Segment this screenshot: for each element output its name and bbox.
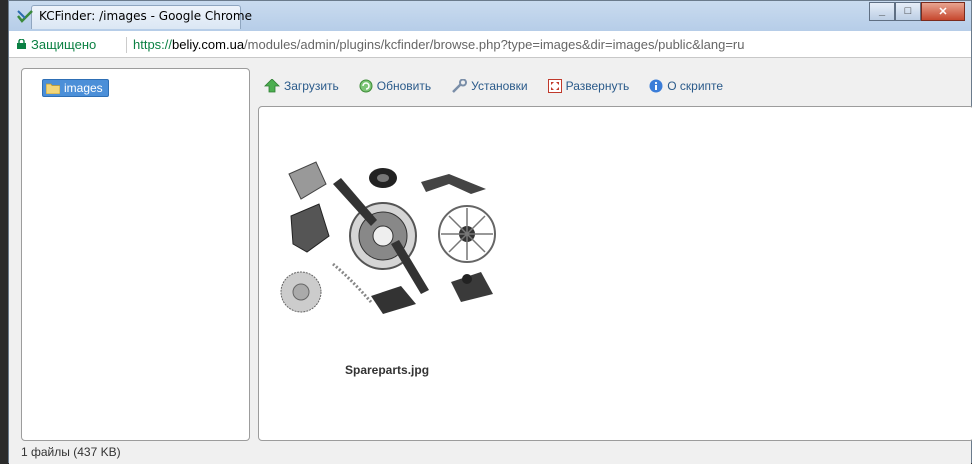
refresh-label: Обновить: [376, 79, 432, 93]
about-button[interactable]: О скрипте: [649, 79, 723, 93]
toolbar: Загрузить Обновить Установки Развернуть …: [264, 76, 743, 96]
about-label: О скрипте: [667, 79, 724, 93]
kcfinder-app: images Загрузить Обновить Установки Разв…: [9, 58, 972, 464]
close-button[interactable]: ✕: [921, 2, 965, 21]
settings-button[interactable]: Установки: [451, 79, 528, 93]
settings-label: Установки: [471, 79, 528, 93]
upload-arrow-icon: [264, 79, 280, 93]
wrench-icon: [452, 79, 468, 93]
address-separator: [126, 37, 127, 53]
minimize-icon: _: [878, 5, 886, 17]
folder-item-images[interactable]: images: [42, 79, 109, 97]
url-path: /modules/admin/plugins/kcfinder/browse.p…: [244, 37, 745, 52]
bicycle-parts-thumbnail: [271, 154, 511, 324]
window-title: KCFinder: /images - Google Chrome: [39, 9, 252, 23]
upload-button[interactable]: Загрузить: [264, 79, 339, 93]
secure-label[interactable]: Защищено: [31, 37, 96, 52]
upload-label: Загрузить: [284, 79, 339, 93]
refresh-icon: [359, 79, 373, 93]
url-host: beliy.com.ua: [172, 37, 245, 52]
refresh-button[interactable]: Обновить: [359, 79, 431, 93]
maximize-window-icon: □: [904, 5, 912, 17]
maximize-button[interactable]: □: [895, 2, 921, 21]
url-text[interactable]: https://beliy.com.ua/modules/admin/plugi…: [133, 37, 744, 52]
file-thumbnail[interactable]: [271, 154, 511, 324]
folder-label: images: [64, 81, 103, 95]
folder-icon: [46, 83, 60, 94]
close-icon: ✕: [938, 6, 948, 18]
status-bar: 1 файлы (437 KB): [21, 445, 121, 459]
maximize-icon: [547, 79, 562, 93]
address-bar[interactable]: Защищено https://beliy.com.ua/modules/ad…: [9, 31, 971, 58]
lock-icon: [17, 39, 26, 49]
browser-window: KCFinder: /images - Google Chrome _ □ ✕ …: [8, 0, 972, 464]
file-name[interactable]: Spareparts.jpg: [345, 363, 429, 377]
maximize-toolbar-button[interactable]: Развернуть: [547, 79, 630, 93]
file-list: Spareparts.jpg: [258, 106, 972, 441]
kcfinder-app-icon: [17, 10, 33, 23]
minimize-button[interactable]: _: [869, 2, 895, 21]
maximize-label: Развернуть: [565, 79, 630, 93]
url-scheme: https://: [133, 37, 173, 52]
window-controls: _ □ ✕: [869, 2, 965, 22]
title-bar: KCFinder: /images - Google Chrome _ □ ✕: [9, 1, 971, 31]
folder-tree: images: [21, 68, 250, 441]
info-icon: [649, 79, 663, 93]
